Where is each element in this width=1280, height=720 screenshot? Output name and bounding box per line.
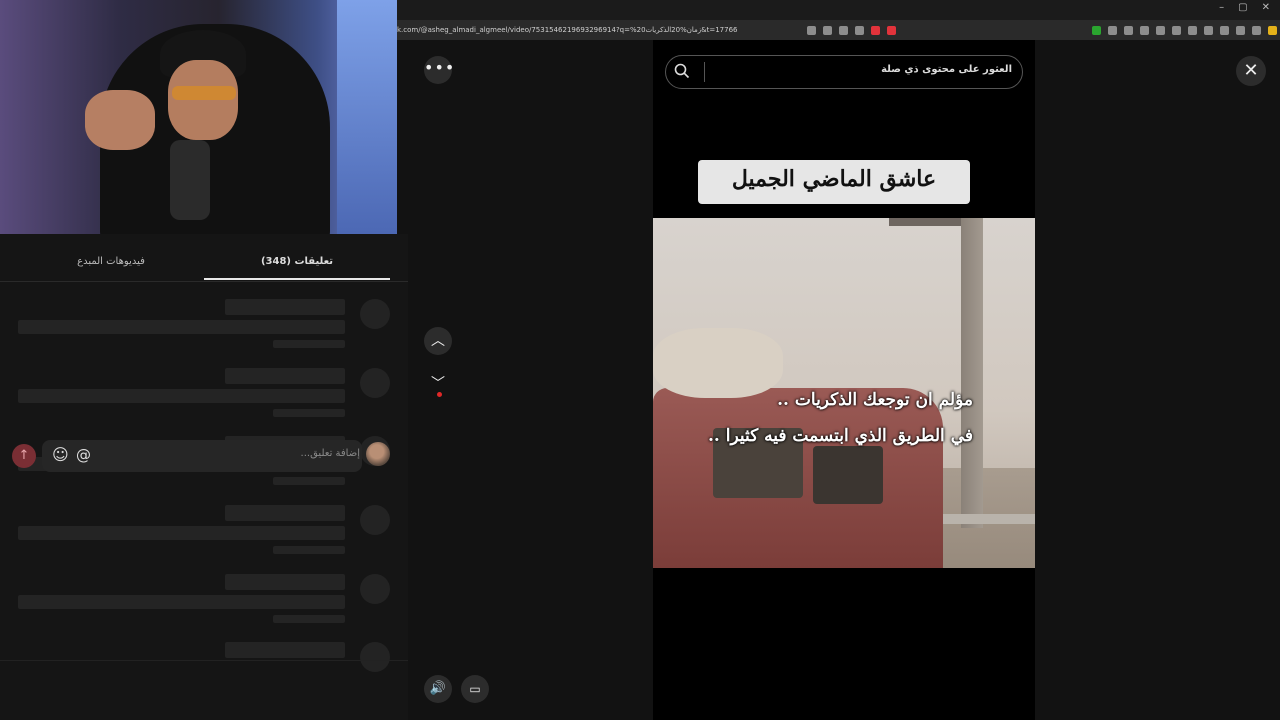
extension-icon[interactable] xyxy=(1124,25,1133,35)
extension-icon[interactable] xyxy=(1108,25,1117,35)
extensions-bar xyxy=(1092,20,1280,40)
notification-dot xyxy=(437,392,442,397)
emoji-icon[interactable]: ☺ xyxy=(52,446,70,464)
active-tab-indicator xyxy=(204,278,390,280)
comment-skeleton-line xyxy=(273,615,345,623)
reader-icon[interactable] xyxy=(807,25,816,35)
video-pole xyxy=(961,218,983,528)
extension-icon[interactable] xyxy=(1156,25,1165,35)
wallet-icon[interactable] xyxy=(1236,25,1245,35)
music-icon[interactable] xyxy=(1204,25,1213,35)
extension-icon[interactable] xyxy=(1092,25,1101,35)
webcam-glasses xyxy=(172,86,236,100)
bookmark-icon[interactable] xyxy=(855,25,864,35)
comment-skeleton-line xyxy=(225,574,345,590)
comment-avatar-skeleton xyxy=(360,574,390,604)
search-divider xyxy=(704,62,705,82)
comment-avatar-skeleton xyxy=(360,299,390,329)
comment-avatar-skeleton xyxy=(360,505,390,535)
comment-composer xyxy=(0,660,408,720)
sidebar-icon[interactable] xyxy=(1220,25,1229,35)
send-comment-button[interactable]: ↑ xyxy=(12,444,36,468)
extension-icon[interactable] xyxy=(1140,25,1149,35)
screenshot-icon[interactable] xyxy=(823,25,832,35)
comment-skeleton-line xyxy=(273,409,345,417)
browser-chrome: – ▢ ✕ k.com/@asheg_almadi_algmeel/video/… xyxy=(397,0,1280,40)
search-icon[interactable] xyxy=(674,63,692,81)
zoom-icon[interactable] xyxy=(839,25,848,35)
page-actions xyxy=(807,20,896,40)
panel-tabs: (348) تعليقات فيديوهات المبدع xyxy=(0,252,408,282)
webcam-hand xyxy=(85,90,155,150)
webcam-microphone xyxy=(170,140,210,220)
comment-skeleton-line xyxy=(273,546,345,554)
brave-shield-icon[interactable] xyxy=(871,25,880,35)
mention-icon[interactable]: @ xyxy=(76,446,94,464)
comment-skeleton-line xyxy=(273,477,345,485)
comment-input-placeholder[interactable]: إضافة تعليق... xyxy=(200,448,360,459)
window-controls: – ▢ ✕ xyxy=(1219,2,1270,13)
comment-skeleton-line xyxy=(225,642,345,658)
tab-creator-videos[interactable]: فيديوهات المبدع xyxy=(18,256,204,267)
webcam-overlay xyxy=(0,0,397,234)
comment-skeleton-line xyxy=(225,299,345,315)
minimize-button[interactable]: – xyxy=(1219,2,1224,13)
tab-comments[interactable]: (348) تعليقات xyxy=(204,256,390,267)
webcam-shelf xyxy=(337,0,397,234)
video-subtitle-line1: مؤلم ان توجعك الذكريات .. xyxy=(777,390,973,410)
comment-skeleton-line xyxy=(225,368,345,384)
comment-skeleton-line xyxy=(18,595,345,609)
search-placeholder[interactable]: العثور على محتوى ذي صلة xyxy=(712,64,1012,75)
extension-icon[interactable] xyxy=(1252,25,1261,35)
volume-button[interactable]: 🔊 xyxy=(424,675,452,703)
extension-icon[interactable] xyxy=(1268,25,1277,35)
close-window-button[interactable]: ✕ xyxy=(1262,2,1270,13)
comment-skeleton-line xyxy=(273,340,345,348)
video-car-window xyxy=(813,446,883,504)
screen: – ▢ ✕ k.com/@asheg_almadi_algmeel/video/… xyxy=(0,0,1280,720)
previous-video-button[interactable]: ︿ xyxy=(424,327,452,355)
comment-skeleton-line xyxy=(18,389,345,403)
video-roof-bundle xyxy=(653,328,783,398)
maximize-button[interactable]: ▢ xyxy=(1238,2,1247,13)
more-options-button[interactable]: ••• xyxy=(424,56,454,84)
rewards-icon[interactable] xyxy=(887,25,896,35)
comment-avatar-skeleton xyxy=(360,368,390,398)
video-subtitle-line2: في الطريق الذي ابتسمت فيه كثيرا .. xyxy=(707,426,973,446)
mini-player-button[interactable]: ▭ xyxy=(461,675,489,703)
webcam-face xyxy=(168,60,238,140)
extension-icon[interactable] xyxy=(1172,25,1181,35)
close-player-button[interactable]: ✕ xyxy=(1236,56,1266,86)
avatar[interactable] xyxy=(366,442,390,466)
comment-skeleton-line xyxy=(18,320,345,334)
comments-panel: (348) تعليقات فيديوهات المبدع xyxy=(0,234,408,720)
extension-icon[interactable] xyxy=(1188,25,1197,35)
video-title-text: عاشق الماضي الجميل xyxy=(731,166,937,192)
url-text[interactable]: k.com/@asheg_almadi_algmeel/video/753154… xyxy=(397,26,737,34)
comment-skeleton-line xyxy=(225,505,345,521)
comment-skeleton-line xyxy=(18,526,345,540)
